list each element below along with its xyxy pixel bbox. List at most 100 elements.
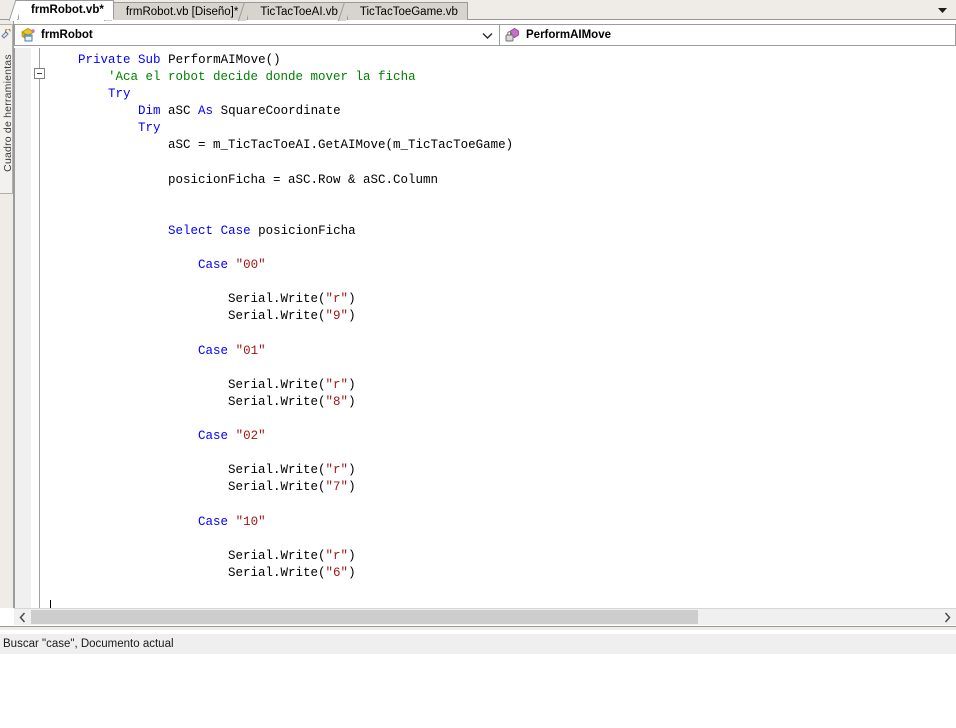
member-dropdown-value: PerformAIMove (526, 29, 611, 41)
code-token: Serial.Write( (48, 309, 326, 324)
code-token: 'Aca el robot decide donde mover la fich… (108, 70, 416, 85)
status-bar: Buscar "case", Documento actual (0, 634, 956, 654)
code-token: Case (198, 258, 229, 273)
code-token: As (198, 104, 214, 119)
class-dropdown[interactable]: frmRobot (14, 24, 500, 46)
code-token: ) (348, 463, 356, 478)
document-tab-strip: frmRobot.vb* frmRobot.vb [Diseño]* TicTacT… (18, 0, 468, 20)
collapse-region-button[interactable] (34, 68, 45, 79)
code-token: "00" (235, 258, 266, 273)
code-token: ) (348, 377, 356, 392)
indicator-margin[interactable] (15, 48, 32, 608)
code-line: Try (48, 86, 956, 103)
scroll-left-button[interactable] (14, 609, 31, 625)
code-token: Serial.Write( (48, 480, 326, 495)
tab-overflow-button[interactable] (931, 2, 953, 18)
status-bar-message: Buscar "case", Documento actual (3, 638, 174, 650)
code-line: aSC = m_TicTacToeAI.GetAIMove(m_TicTacTo… (48, 137, 956, 154)
outlining-vertical-line (39, 48, 40, 608)
code-token: posicionFicha = aSC.Row & aSC.Column (48, 172, 439, 187)
code-token: Serial.Write( (48, 565, 326, 580)
code-token: "r" (325, 463, 349, 478)
document-tab[interactable]: TicTacToeAI.vb (247, 2, 348, 20)
horizontal-scrollbar[interactable] (14, 608, 956, 625)
code-line: Select Case posicionFicha (48, 223, 956, 240)
code-token: ) (348, 548, 356, 563)
code-token: "10" (235, 514, 266, 529)
code-token: Serial.Write( (48, 394, 326, 409)
code-token: Case (198, 429, 229, 444)
class-dropdown-arrow[interactable] (482, 25, 493, 45)
code-token: Select (168, 223, 214, 238)
code-line: Serial.Write("r") (48, 548, 956, 565)
document-tab[interactable]: frmRobot.vb* (18, 0, 114, 20)
chevron-left-icon (19, 612, 26, 622)
code-token: "8" (325, 394, 349, 409)
document-tab-bar: frmRobot.vb* frmRobot.vb [Diseño]* TicTacT… (0, 0, 956, 20)
code-editor[interactable]: Private Sub PerformAIMove() 'Aca el robo… (14, 48, 956, 614)
code-line: Serial.Write("7") (48, 479, 956, 496)
code-token: Try (108, 87, 131, 102)
code-line: Serial.Write("r") (48, 377, 956, 394)
code-token: Private (78, 53, 131, 67)
code-line: Serial.Write("r") (48, 291, 956, 308)
code-token: ) (348, 394, 356, 409)
code-line: Serial.Write("r") (48, 462, 956, 479)
document-tab[interactable]: frmRobot.vb [Diseño]* (112, 2, 249, 20)
code-token: "6" (325, 565, 349, 580)
code-text-area[interactable]: Private Sub PerformAIMove() 'Aca el robo… (48, 48, 956, 608)
horizontal-scrollbar-thumb[interactable] (31, 610, 698, 624)
code-token: "r" (325, 548, 349, 563)
code-token: Serial.Write( (48, 548, 326, 563)
toolbox-icon (1, 28, 12, 40)
member-dropdown[interactable]: PerformAIMove (500, 24, 956, 46)
code-token: "9" (325, 309, 349, 324)
toolbox-panel-tab[interactable]: Cuadro de herramientas (0, 20, 14, 608)
scroll-right-button[interactable] (939, 609, 956, 625)
code-line: Case "02" (48, 428, 956, 445)
code-token: Sub (138, 53, 161, 67)
document-tab[interactable]: TicTacToeGame.vb (346, 2, 468, 20)
code-token: Serial.Write( (48, 292, 326, 307)
code-token: ) (348, 309, 356, 324)
outlining-margin[interactable] (32, 48, 48, 608)
private-method-icon (504, 27, 522, 43)
code-line: Serial.Write("8") (48, 394, 956, 411)
code-token: "7" (325, 480, 349, 495)
code-token: "r" (325, 292, 349, 307)
code-line: Private Sub PerformAIMove() (48, 52, 956, 69)
visual-studio-window: frmRobot.vb* frmRobot.vb [Diseño]* TicTacT… (0, 0, 956, 728)
code-token: aSC = m_TicTacToeAI.GetAIMove(m_TicTacTo… (48, 138, 514, 153)
code-token: aSC (160, 104, 199, 119)
vb-form-icon (19, 27, 37, 43)
code-token: PerformAIMove() (160, 53, 281, 67)
code-line: Dim aSC As SquareCoordinate (48, 103, 956, 120)
toolbox-tab-body[interactable]: Cuadro de herramientas (0, 24, 14, 194)
chevron-right-icon (944, 612, 951, 622)
code-line: Case "10" (48, 514, 956, 531)
code-token: SquareCoordinate (213, 104, 341, 119)
code-line: 'Aca el robot decide donde mover la fich… (48, 69, 956, 86)
code-line: Try (48, 120, 956, 137)
code-navigation-bar: frmRobot PerformAIMove (14, 24, 956, 46)
code-line: Serial.Write("9") (48, 308, 956, 325)
code-token: Serial.Write( (48, 463, 326, 478)
